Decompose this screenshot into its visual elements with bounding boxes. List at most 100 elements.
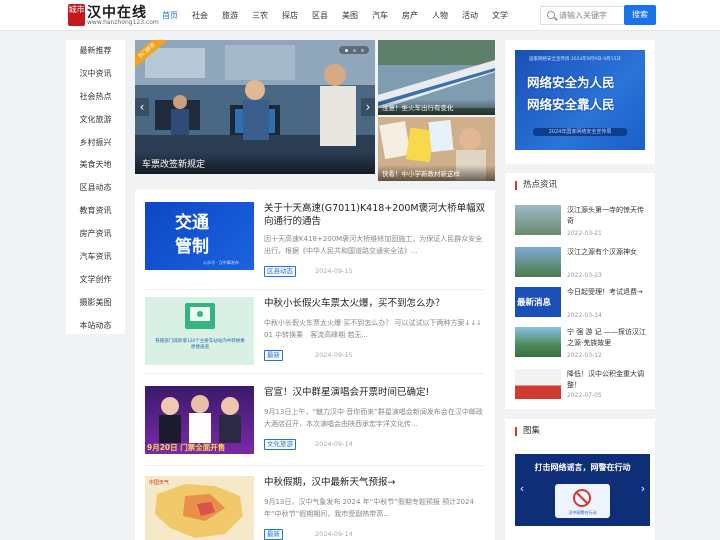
article-item[interactable]: 9月20日 门票全面开售 官宣！汉中群星演唱会开票时间已确定! 9月13日上午，… bbox=[145, 386, 490, 466]
hero-side-train[interactable]: 注意！坐火车出行有变化 bbox=[378, 40, 495, 115]
article-thumbnail[interactable]: 中国天气 bbox=[145, 476, 254, 540]
article-date: 2024-09-14 bbox=[315, 440, 353, 448]
hot-news-item[interactable]: 宁 强 游 记 ——探访汉江之源·羌族故里 2022-03-12 bbox=[515, 327, 650, 359]
nav-shops[interactable]: 探店 bbox=[275, 0, 305, 31]
gallery-image[interactable]: 打击网络谣言，网警在行动 汉中网警在行动 ‹ › bbox=[515, 454, 650, 526]
hot-news-thumbnail[interactable] bbox=[515, 247, 561, 277]
article-tag[interactable]: 最新 bbox=[264, 350, 283, 361]
thumb-text: 交通 bbox=[175, 213, 209, 233]
promo-top-text: 国家网络安全宣传周 2024年9月9日-9月15日 bbox=[529, 57, 621, 62]
nav-counties[interactable]: 区县 bbox=[305, 0, 335, 31]
carousel-dots bbox=[339, 46, 369, 54]
article-summary: 中秋小长假火车票太火爆 买不到怎么办？ 可以试试以下两种方案↓↓↓ 01 中转换… bbox=[264, 319, 490, 339]
carousel-next-arrow[interactable]: › bbox=[361, 98, 375, 116]
gallery-next-arrow[interactable]: › bbox=[638, 481, 648, 497]
hot-news-title[interactable]: 降低！汉中公积金重大调整！ bbox=[567, 369, 649, 391]
nav-agriculture[interactable]: 三农 bbox=[245, 0, 275, 31]
article-tag[interactable]: 区县动态 bbox=[264, 266, 296, 277]
article-item[interactable]: 交通 管制 公众号 · 汉中事发布 关于十天高速(G7011)K418+200M… bbox=[145, 202, 490, 282]
hot-news-thumbnail[interactable]: 最新消息 bbox=[515, 287, 561, 317]
nav-society[interactable]: 社会 bbox=[185, 0, 215, 31]
article-thumbnail[interactable]: 交通 管制 公众号 · 汉中事发布 bbox=[145, 202, 254, 270]
thumb-text: 9月20日 门票全面开售 bbox=[147, 443, 226, 452]
article-thumbnail[interactable]: 铁路部门辟新增120个主要车站站内中转换乘便捷通道 bbox=[145, 297, 254, 365]
sidebar-item-realestate[interactable]: 房产资讯 bbox=[66, 223, 125, 246]
nav-events[interactable]: 活动 bbox=[455, 0, 485, 31]
promo-banner[interactable]: 国家网络安全宣传周 2024年9月9日-9月15日 网络安全为人民 网络安全靠人… bbox=[505, 40, 655, 164]
hot-news-title[interactable]: 汉江源头第一寺的惊天传奇 bbox=[567, 205, 649, 227]
thumb-text: 公众号 · 汉中事发布 bbox=[203, 260, 239, 265]
gallery-prev-arrow[interactable]: ‹ bbox=[517, 481, 527, 497]
category-sidebar: 最新推荐 汉中资讯 社会热点 文化旅游 乡村振兴 美食天地 区县动态 教育资讯 … bbox=[66, 40, 125, 334]
search-input[interactable] bbox=[559, 7, 623, 24]
sidebar-item-cars[interactable]: 汽车资讯 bbox=[66, 246, 125, 269]
hot-news-thumbnail[interactable] bbox=[515, 205, 561, 235]
search-box bbox=[540, 6, 624, 25]
sidebar-item-literature[interactable]: 文学创作 bbox=[66, 269, 125, 292]
sidebar-item-social[interactable]: 社会热点 bbox=[66, 86, 125, 109]
sidebar-item-hanzhong-news[interactable]: 汉中资讯 bbox=[66, 63, 125, 86]
hot-news-thumbnail[interactable] bbox=[515, 327, 561, 357]
nav-home[interactable]: 首页 bbox=[155, 0, 185, 31]
hot-news-item[interactable]: 汉江之源有个汉源神女 2022-03-23 bbox=[515, 247, 650, 279]
nav-realestate[interactable]: 房产 bbox=[395, 0, 425, 31]
transfer-illustration bbox=[185, 303, 215, 329]
article-summary: 因十天高速K418+200M褒河大桥维修加固施工，为保证人民群众安全出行，根据《… bbox=[264, 235, 483, 255]
nav-literature[interactable]: 文学 bbox=[485, 0, 515, 31]
carousel-dot[interactable] bbox=[361, 48, 364, 52]
hot-news-title[interactable]: 汉江之源有个汉源神女 bbox=[567, 247, 649, 258]
article-title[interactable]: 中秋假期，汉中最新天气预报→ bbox=[264, 476, 489, 489]
divider bbox=[145, 465, 485, 466]
article-thumbnail[interactable]: 9月20日 门票全面开售 bbox=[145, 386, 254, 454]
gallery-panel: 图集 打击网络谣言，网警在行动 汉中网警在行动 ‹ › bbox=[505, 419, 655, 540]
site-logo[interactable]: 城市 汉中在线 www.hanzhong123.com bbox=[68, 3, 159, 27]
nav-people[interactable]: 人物 bbox=[425, 0, 455, 31]
sidebar-item-food[interactable]: 美食天地 bbox=[66, 154, 125, 177]
carousel-dot[interactable] bbox=[345, 48, 348, 52]
sidebar-item-site-news[interactable]: 本站动态 bbox=[66, 315, 125, 338]
hero-main-caption[interactable]: 车票改签新规定 bbox=[135, 152, 375, 174]
hero-side2-caption[interactable]: 快看！中小学新教材新这样 bbox=[378, 165, 495, 181]
nav-cars[interactable]: 汽车 bbox=[365, 0, 395, 31]
thumb-text: 最新消息 bbox=[517, 298, 552, 308]
hot-news-item[interactable]: 最新消息 今日起受理！考试退费→ 2022-03-14 bbox=[515, 287, 650, 319]
nav-photos[interactable]: 美图 bbox=[335, 0, 365, 31]
thumb-text: 管制 bbox=[175, 237, 209, 257]
search-button[interactable]: 搜索 bbox=[624, 5, 656, 25]
article-title[interactable]: 官宣！汉中群星演唱会开票时间已确定! bbox=[264, 386, 489, 399]
hero-carousel[interactable]: 热门推荐 ‹ › 车票改签新规定 bbox=[135, 40, 375, 174]
hot-news-title[interactable]: 今日起受理！考试退费→ bbox=[567, 287, 649, 298]
sidebar-item-rural[interactable]: 乡村振兴 bbox=[66, 132, 125, 155]
article-date: 2024-09-15 bbox=[315, 267, 353, 275]
article-item[interactable]: 中国天气 中秋假期，汉中最新天气预报→ 9月13日，汉中气象发布 2024 年“… bbox=[145, 476, 490, 540]
divider bbox=[145, 373, 485, 374]
article-item[interactable]: 铁路部门辟新增120个主要车站站内中转换乘便捷通道 中秋小长假火车票太火爆，买不… bbox=[145, 297, 490, 377]
article-summary: 9月13日上午，“魅力汉中·音你而来”群星演唱会新闻发布会在汉中邮政大酒店召开，… bbox=[264, 408, 483, 428]
hot-news-thumbnail[interactable] bbox=[515, 369, 561, 399]
cyber-security-banner[interactable]: 国家网络安全宣传周 2024年9月9日-9月15日 网络安全为人民 网络安全靠人… bbox=[515, 50, 645, 150]
sidebar-item-photos[interactable]: 摄影美图 bbox=[66, 292, 125, 315]
divider bbox=[145, 289, 485, 290]
gallery-heading: 图集 bbox=[515, 427, 540, 436]
hot-news-item[interactable]: 汉江源头第一寺的惊天传奇 2022-03-21 bbox=[515, 205, 650, 237]
article-title[interactable]: 关于十天高速(G7011)K418+200M褒河大桥单幅双向通行的通告 bbox=[264, 202, 489, 228]
hero-side-textbooks[interactable]: 快看！中小学新教材新这样 bbox=[378, 117, 495, 181]
hot-news-item[interactable]: 降低！汉中公积金重大调整！ 2022-07-05 bbox=[515, 369, 650, 401]
carousel-dot[interactable] bbox=[353, 48, 356, 52]
sidebar-item-county[interactable]: 区县动态 bbox=[66, 177, 125, 200]
hot-news-date: 2022-03-14 bbox=[567, 312, 602, 319]
sidebar-item-latest[interactable]: 最新推荐 bbox=[66, 40, 125, 63]
promo-headline: 网络安全为人民 bbox=[527, 75, 615, 90]
logo-badge: 城市 bbox=[68, 4, 85, 26]
sidebar-item-culture-travel[interactable]: 文化旅游 bbox=[66, 109, 125, 132]
nav-travel[interactable]: 旅游 bbox=[215, 0, 245, 31]
sidebar-item-education[interactable]: 教育资讯 bbox=[66, 200, 125, 223]
article-tag[interactable]: 最新 bbox=[264, 529, 283, 540]
thumb-text: 中国天气 bbox=[149, 480, 170, 486]
hot-news-date: 2022-03-21 bbox=[567, 230, 602, 237]
article-tag[interactable]: 文化旅游 bbox=[264, 439, 296, 450]
carousel-prev-arrow[interactable]: ‹ bbox=[135, 98, 149, 116]
hot-news-title[interactable]: 宁 强 游 记 ——探访汉江之源·羌族故里 bbox=[567, 327, 649, 349]
article-title[interactable]: 中秋小长假火车票太火爆，买不到怎么办？ bbox=[264, 297, 489, 310]
hero-side1-caption[interactable]: 注意！坐火车出行有变化 bbox=[378, 99, 495, 115]
